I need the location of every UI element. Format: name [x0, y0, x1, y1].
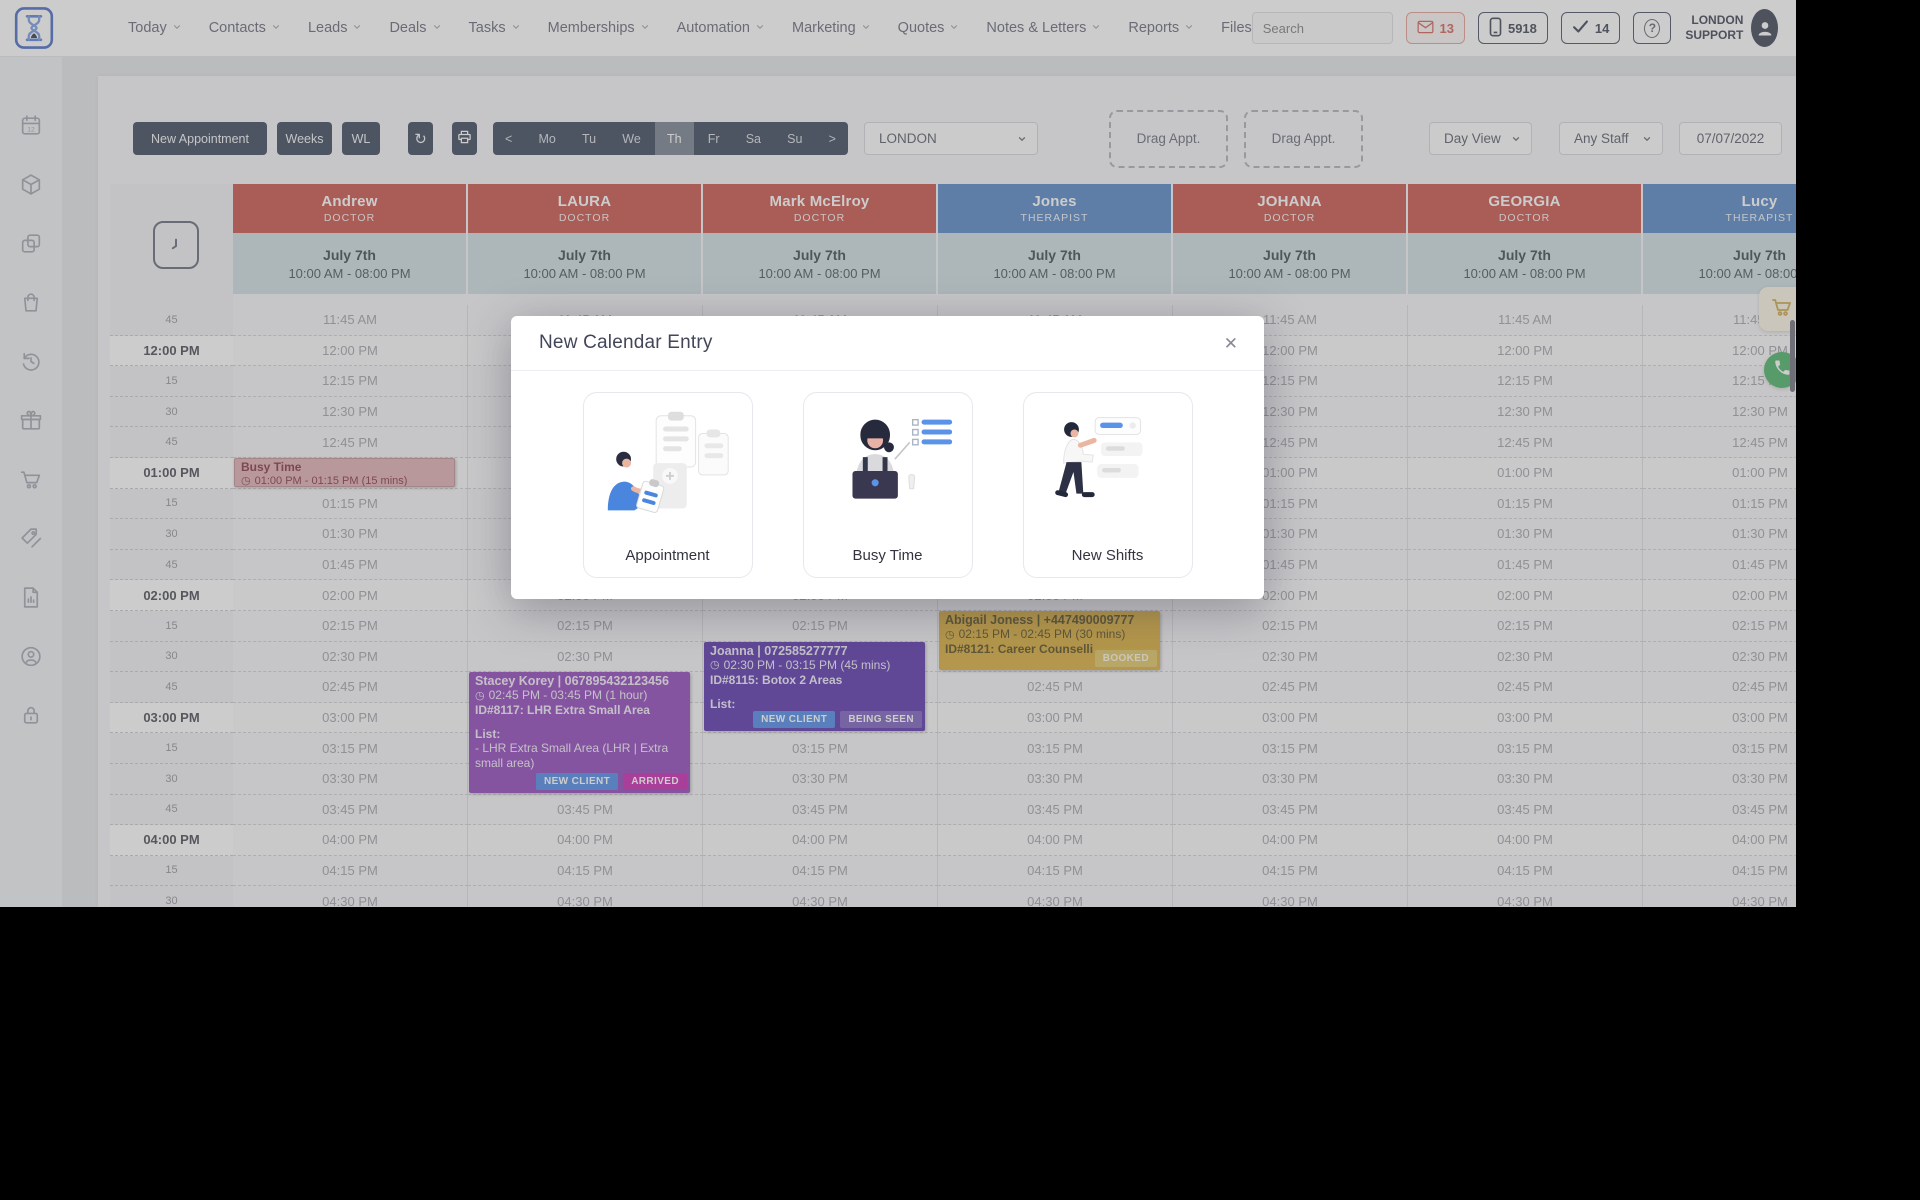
option-label: Busy Time: [852, 547, 922, 564]
option-label: New Shifts: [1072, 547, 1144, 564]
new-shifts-illustration: [1034, 403, 1182, 533]
busy-time-illustration: [814, 403, 962, 533]
option-card-new-shifts[interactable]: New Shifts: [1023, 392, 1193, 578]
close-icon[interactable]: ✕: [1224, 335, 1238, 352]
modal-title: New Calendar Entry: [539, 332, 713, 354]
app-window: TodayContactsLeadsDealsTasksMembershipsA…: [0, 0, 1796, 907]
appointment-illustration: [594, 403, 742, 533]
option-card-busy-time[interactable]: Busy Time: [803, 392, 973, 578]
modal-options: Appointment Busy Time New Shifts: [511, 371, 1264, 578]
option-label: Appointment: [625, 547, 709, 564]
modal-header: New Calendar Entry ✕: [511, 316, 1264, 371]
option-card-appointment[interactable]: Appointment: [583, 392, 753, 578]
new-calendar-entry-modal: New Calendar Entry ✕ Appointment Busy Tim…: [511, 316, 1264, 599]
scrollbar-thumb[interactable]: [1790, 320, 1795, 392]
